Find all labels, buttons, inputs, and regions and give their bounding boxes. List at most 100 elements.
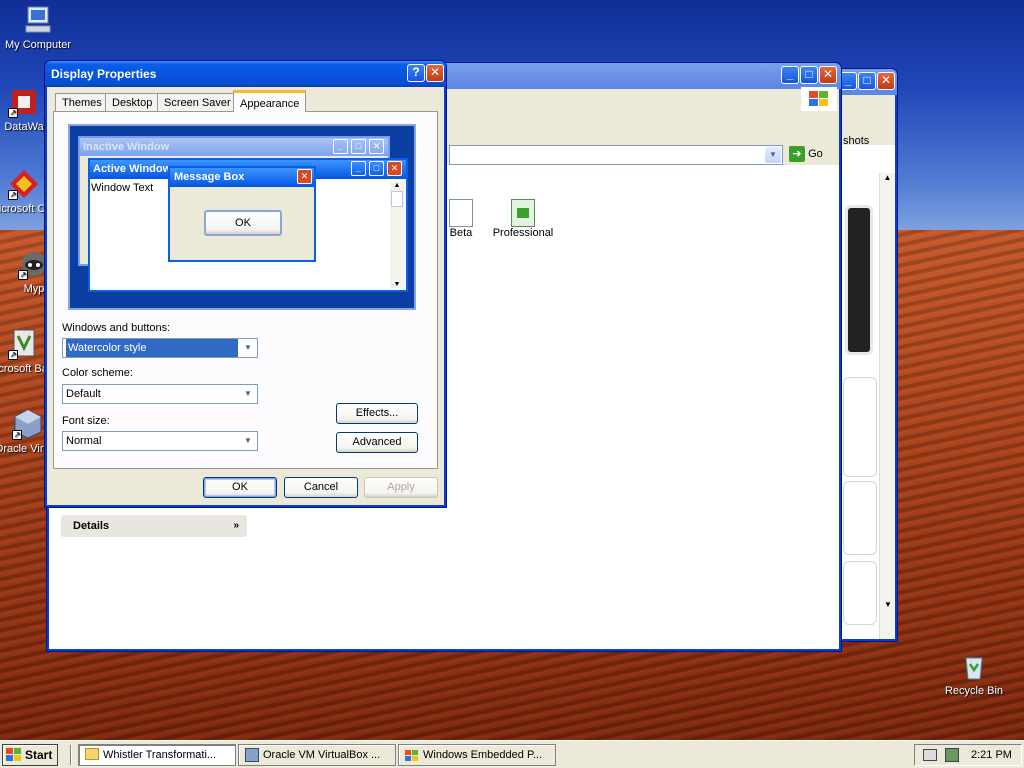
- minimize-button[interactable]: _: [781, 66, 799, 84]
- display-properties-dialog[interactable]: Display Properties ? ✕ Themes Desktop Sc…: [44, 60, 447, 508]
- cancel-button[interactable]: Cancel: [284, 477, 358, 498]
- dropdown-arrow-icon[interactable]: ▼: [240, 386, 256, 402]
- minimize-icon: _: [351, 161, 366, 176]
- scrollbar[interactable]: ▲ ▼: [879, 173, 895, 639]
- windows-buttons-select[interactable]: Watercolor style ▼: [62, 338, 258, 358]
- tab-label: Appearance: [240, 98, 300, 110]
- taskbar-item-windows-embedded[interactable]: Windows Embedded P...: [398, 744, 556, 766]
- color-scheme-value: Default: [66, 388, 101, 400]
- ok-button[interactable]: OK: [203, 477, 277, 498]
- taskbar-item-label: Oracle VM VirtualBox ...: [263, 749, 381, 761]
- scroll-thumb: [391, 191, 403, 207]
- help-button[interactable]: ?: [407, 64, 425, 82]
- close-button[interactable]: ✕: [819, 66, 837, 84]
- color-scheme-select[interactable]: Default ▼: [62, 384, 258, 404]
- shortcut-arrow-icon: ↗: [18, 270, 28, 280]
- preview-message-title: Message Box: [174, 171, 245, 183]
- close-icon: ✕: [297, 169, 312, 184]
- chevron-down-icon[interactable]: »: [233, 515, 239, 537]
- keyboard-icon[interactable]: [923, 749, 937, 761]
- scroll-up-arrow-icon: ▲: [393, 182, 401, 189]
- taskbar-item-label: Windows Embedded P...: [423, 749, 543, 761]
- address-dropdown-icon[interactable]: ▼: [765, 147, 781, 163]
- close-button[interactable]: ✕: [877, 72, 895, 90]
- quick-launch-divider: [70, 745, 72, 765]
- desktop-icon-my-computer[interactable]: My Computer: [0, 4, 76, 52]
- advanced-button[interactable]: Advanced: [336, 432, 418, 453]
- file-item-beta[interactable]: Beta: [441, 199, 481, 239]
- windows-buttons-label: Windows and buttons:: [62, 322, 171, 334]
- close-button[interactable]: ✕: [426, 64, 444, 82]
- tab-panel: Inactive Window _ □ ✕ Active Window _ □ …: [53, 111, 438, 469]
- task-panel-1: [843, 377, 877, 477]
- toolbar-fragment-text: shots: [843, 135, 870, 147]
- preview-active-title: Active Window: [93, 163, 172, 175]
- go-button[interactable]: ➜ Go: [789, 145, 833, 163]
- maximize-button[interactable]: □: [858, 72, 876, 90]
- font-size-label: Font size:: [62, 415, 110, 427]
- dropdown-arrow-icon[interactable]: ▼: [240, 433, 256, 449]
- dropdown-arrow-icon[interactable]: ▼: [240, 340, 256, 356]
- task-panel-2: [843, 481, 877, 555]
- taskbar-item-label: Whistler Transformati...: [103, 749, 217, 761]
- dialog-client: Themes Desktop Screen Saver Appearance I…: [47, 87, 444, 505]
- start-button[interactable]: Start: [2, 744, 58, 766]
- close-icon: ✕: [387, 161, 402, 176]
- desktop-icon-label: My Computer: [4, 39, 72, 51]
- windows-flag-icon: [405, 749, 419, 761]
- effects-button[interactable]: Effects...: [336, 403, 418, 424]
- file-icon: [511, 199, 535, 227]
- maximize-button[interactable]: □: [800, 66, 818, 84]
- color-scheme-label: Color scheme:: [62, 367, 133, 379]
- details-label: Details: [73, 520, 110, 532]
- shortcut-arrow-icon: ↗: [12, 430, 22, 440]
- details-panel[interactable]: Details »: [61, 515, 247, 537]
- font-size-value: Normal: [66, 435, 102, 447]
- folder-icon: [85, 748, 99, 760]
- tab-label: Themes: [62, 97, 102, 109]
- virtualbox-icon: [245, 748, 259, 762]
- system-tray: 2:21 PM: [914, 744, 1022, 766]
- preview-inactive-titlebar: Inactive Window _ □ ✕: [80, 138, 388, 156]
- preview-inactive-title: Inactive Window: [83, 141, 170, 153]
- tab-screen-saver[interactable]: Screen Saver: [157, 93, 238, 111]
- start-label: Start: [25, 748, 53, 762]
- preview-window-text: Window Text: [91, 182, 154, 194]
- desktop-icon-label: DataWa: [4, 121, 44, 133]
- virtualbox-icon: ↗: [12, 408, 44, 440]
- apply-button[interactable]: Apply: [364, 477, 438, 498]
- go-label: Go: [808, 148, 823, 160]
- file-icon: [449, 199, 473, 227]
- maximize-icon: □: [351, 139, 366, 154]
- taskbar-item-virtualbox[interactable]: Oracle VM VirtualBox ...: [238, 744, 396, 766]
- file-item-professional[interactable]: Professional: [487, 199, 559, 239]
- visual-cpp-icon: ↗: [8, 168, 40, 200]
- font-size-select[interactable]: Normal ▼: [62, 431, 258, 451]
- file-label: Professional: [492, 227, 554, 239]
- desktop-icon-recycle-bin[interactable]: Recycle Bin: [936, 650, 1012, 698]
- visual-basic-icon: ↗: [8, 328, 40, 360]
- scroll-down-arrow-icon[interactable]: ▼: [880, 600, 896, 609]
- dialog-titlebar[interactable]: Display Properties ? ✕: [45, 61, 446, 87]
- windows-buttons-value: Watercolor style: [66, 339, 238, 357]
- tab-themes[interactable]: Themes: [55, 93, 109, 111]
- address-bar[interactable]: ▼: [449, 145, 783, 165]
- scroll-down-arrow-icon: ▼: [393, 281, 401, 288]
- tab-appearance[interactable]: Appearance: [233, 90, 307, 112]
- clock[interactable]: 2:21 PM: [971, 745, 1012, 765]
- recycle-bin-icon: [958, 650, 990, 682]
- preview-message-titlebar: Message Box ✕: [170, 168, 314, 187]
- minimize-icon: _: [333, 139, 348, 154]
- preview-active-window: Active Window _ □ ✕ Window Text ▲ ▼ Mess…: [88, 158, 408, 292]
- appearance-preview: Inactive Window _ □ ✕ Active Window _ □ …: [68, 124, 416, 310]
- tab-desktop[interactable]: Desktop: [105, 93, 160, 111]
- shortcut-arrow-icon: ↗: [8, 108, 18, 118]
- taskbar-item-whistler[interactable]: Whistler Transformati...: [78, 744, 236, 766]
- shortcut-arrow-icon: ↗: [8, 190, 18, 200]
- close-icon: ✕: [369, 139, 384, 154]
- file-label: Beta: [449, 227, 473, 239]
- desktop-icon-label: Recycle Bin: [944, 685, 1004, 697]
- scroll-up-arrow-icon[interactable]: ▲: [880, 173, 895, 182]
- network-icon[interactable]: [945, 748, 959, 762]
- preview-scrollbar: ▲ ▼: [390, 182, 404, 288]
